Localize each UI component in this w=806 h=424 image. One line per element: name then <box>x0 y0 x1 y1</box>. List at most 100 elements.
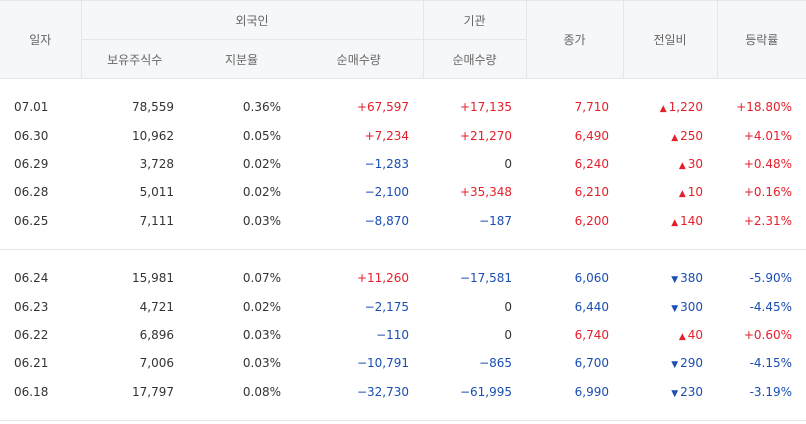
cell-inst-net: −865 <box>479 356 513 371</box>
cell-holdings: 7,006 <box>139 356 174 371</box>
cell-ratio: 0.08% <box>242 384 281 399</box>
cell-change: ▼ 380 <box>623 264 717 292</box>
header-date: 일자 <box>0 0 81 79</box>
table-row: 06.25 7,111 0.03% −8,870 −187 6,200 ▲ 140 +2.31% <box>0 207 806 235</box>
change-value: 290 <box>680 356 704 371</box>
cell-date: 06.30 <box>14 128 49 143</box>
cell-foreign-net: +7,234 <box>364 128 410 143</box>
cell-close: 6,440 <box>574 299 610 314</box>
cell-foreign-net: −110 <box>376 327 410 342</box>
cell-rate: +18.80% <box>736 100 793 115</box>
cell-close: 6,240 <box>574 156 610 171</box>
cell-rate: -4.15% <box>749 356 793 371</box>
change-value: 10 <box>687 185 704 200</box>
triangle-down-icon: ▼ <box>671 388 679 399</box>
cell-foreign-net: −1,283 <box>364 156 410 171</box>
change-value: 1,220 <box>668 100 704 115</box>
table-row: 06.30 10,962 0.05% +7,234 +21,270 6,490 ▲ 250 +4… <box>0 121 806 149</box>
cell-change: ▼ 230 <box>623 378 717 406</box>
group-spacer <box>0 79 806 94</box>
cell-date: 06.24 <box>14 271 49 286</box>
cell-ratio: 0.03% <box>242 327 281 342</box>
trading-table: 일자 외국인 기관 종가 전일비 등락률 보유주식수 지분율 순매수량 순매수량… <box>0 0 806 421</box>
cell-date: 06.25 <box>14 213 49 228</box>
cell-ratio: 0.03% <box>242 356 281 371</box>
cell-close: 6,740 <box>574 327 610 342</box>
cell-change: ▲ 1,220 <box>623 93 717 121</box>
cell-ratio: 0.03% <box>242 213 281 228</box>
change-value: 30 <box>687 156 704 171</box>
cell-close: 6,210 <box>574 185 610 200</box>
triangle-up-icon: ▲ <box>659 104 667 115</box>
cell-close: 6,700 <box>574 356 610 371</box>
table-row: 06.24 15,981 0.07% +11,260 −17,581 6,060 ▼ 380 -… <box>0 264 806 292</box>
table-row: 07.01 78,559 0.36% +67,597 +17,135 7,710 ▲ 1,22… <box>0 93 806 121</box>
cell-inst-net: −17,581 <box>459 271 513 286</box>
cell-inst-net: 0 <box>504 327 513 342</box>
cell-inst-net: +17,135 <box>459 100 513 115</box>
cell-date: 06.22 <box>14 327 49 342</box>
triangle-up-icon: ▲ <box>678 189 686 200</box>
cell-holdings: 4,721 <box>139 299 174 314</box>
cell-holdings: 17,797 <box>132 384 174 399</box>
cell-inst-net: −61,995 <box>459 384 513 399</box>
change-value: 380 <box>680 271 704 286</box>
cell-foreign-net: −32,730 <box>356 384 410 399</box>
table-body: 07.01 78,559 0.36% +67,597 +17,135 7,710 ▲ 1,22… <box>0 79 806 421</box>
cell-close: 6,200 <box>574 213 610 228</box>
cell-close: 6,060 <box>574 271 610 286</box>
cell-change: ▲ 30 <box>623 150 717 178</box>
table-row: 06.29 3,728 0.02% −1,283 0 6,240 ▲ 30 +0.48% <box>0 150 806 178</box>
triangle-down-icon: ▼ <box>671 303 679 314</box>
header-ratio: 지분율 <box>188 39 295 79</box>
group-spacer <box>0 405 806 421</box>
cell-holdings: 15,981 <box>132 271 174 286</box>
cell-change: ▲ 40 <box>623 321 717 349</box>
cell-rate: +0.60% <box>743 327 793 342</box>
cell-change: ▼ 300 <box>623 292 717 320</box>
cell-close: 7,710 <box>574 100 610 115</box>
cell-change: ▼ 290 <box>623 349 717 377</box>
cell-ratio: 0.02% <box>242 156 281 171</box>
cell-date: 06.29 <box>14 156 49 171</box>
cell-ratio: 0.07% <box>242 271 281 286</box>
cell-close: 6,490 <box>574 128 610 143</box>
cell-holdings: 6,896 <box>139 327 174 342</box>
cell-rate: +0.16% <box>743 185 793 200</box>
cell-date: 06.23 <box>14 299 49 314</box>
cell-inst-net: +21,270 <box>459 128 513 143</box>
table-row: 06.22 6,896 0.03% −110 0 6,740 ▲ 40 +0.60% <box>0 321 806 349</box>
cell-close: 6,990 <box>574 384 610 399</box>
header-holdings: 보유주식수 <box>80 39 188 79</box>
cell-holdings: 5,011 <box>139 185 174 200</box>
cell-rate: -3.19% <box>749 384 793 399</box>
triangle-up-icon: ▲ <box>678 160 686 171</box>
cell-foreign-net: −2,175 <box>364 299 410 314</box>
cell-inst-net: 0 <box>504 156 513 171</box>
cell-holdings: 10,962 <box>132 128 174 143</box>
cell-date: 06.21 <box>14 356 49 371</box>
cell-foreign-net: +11,260 <box>356 271 410 286</box>
cell-date: 06.28 <box>14 185 49 200</box>
cell-inst-net: 0 <box>504 299 513 314</box>
cell-inst-net: +35,348 <box>459 185 513 200</box>
cell-ratio: 0.05% <box>242 128 281 143</box>
triangle-up-icon: ▲ <box>678 331 686 342</box>
cell-change: ▲ 250 <box>623 121 717 149</box>
triangle-up-icon: ▲ <box>671 132 679 143</box>
cell-change: ▲ 10 <box>623 178 717 206</box>
cell-holdings: 78,559 <box>132 100 174 115</box>
table-row: 06.28 5,011 0.02% −2,100 +35,348 6,210 ▲ 10 +0.1… <box>0 178 806 206</box>
change-value: 300 <box>680 299 704 314</box>
change-value: 230 <box>680 384 704 399</box>
cell-foreign-net: +67,597 <box>356 100 410 115</box>
cell-ratio: 0.02% <box>242 185 281 200</box>
cell-rate: +0.48% <box>743 156 793 171</box>
triangle-down-icon: ▼ <box>671 275 679 286</box>
header-close: 종가 <box>525 0 624 79</box>
cell-ratio: 0.02% <box>242 299 281 314</box>
cell-rate: +4.01% <box>743 128 793 143</box>
change-value: 140 <box>680 213 704 228</box>
header-foreign: 외국인 <box>80 0 424 40</box>
cell-foreign-net: −10,791 <box>356 356 410 371</box>
